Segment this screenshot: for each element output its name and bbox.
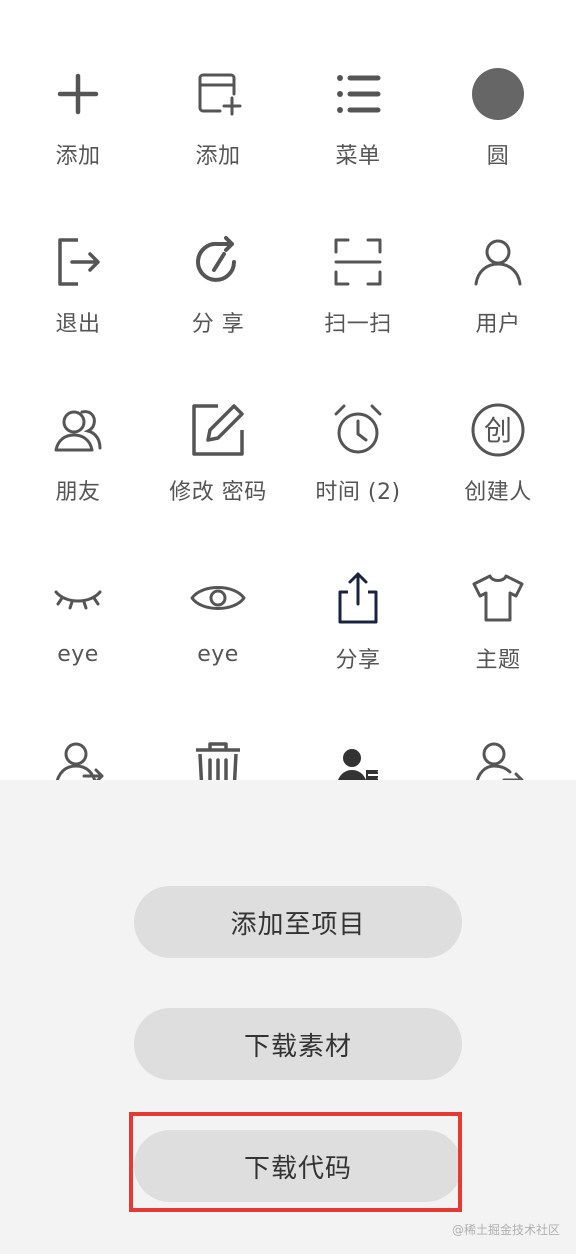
icon-label: eye xyxy=(57,642,99,667)
icon-label: 朋友 xyxy=(55,480,101,505)
icon-cell-eye-open[interactable]: eye xyxy=(148,564,288,732)
icon-label: 添加 xyxy=(55,144,101,169)
share-rotate-icon xyxy=(188,232,248,292)
icon-label: 扫一扫 xyxy=(324,312,392,337)
icon-cell-add[interactable]: 添加 xyxy=(8,60,148,228)
icon-label: 修改 密码 xyxy=(169,480,267,505)
plus-icon xyxy=(48,64,108,124)
icon-cell-logout[interactable]: 退出 xyxy=(8,228,148,396)
scan-icon xyxy=(328,232,388,292)
svg-text:创: 创 xyxy=(484,414,512,447)
friends-icon xyxy=(48,400,108,460)
add-card-icon xyxy=(188,64,248,124)
icon-label: eye xyxy=(197,642,239,667)
icon-cell-scan[interactable]: 扫一扫 xyxy=(288,228,428,396)
icon-cell-edit-password[interactable]: 修改 密码 xyxy=(148,396,288,564)
alarm-clock-icon xyxy=(328,400,388,460)
icon-label: 创建人 xyxy=(464,480,532,505)
icon-cell-menu[interactable]: 菜单 xyxy=(288,60,428,228)
icon-label: 退出 xyxy=(55,312,101,337)
filled-circle-icon xyxy=(468,64,528,124)
icon-cell-friends[interactable]: 朋友 xyxy=(8,396,148,564)
icon-cell-add-card[interactable]: 添加 xyxy=(148,60,288,228)
watermark: @稀土掘金技术社区 xyxy=(451,1223,560,1237)
icon-label: 菜单 xyxy=(335,144,381,169)
add-to-project-button[interactable]: 添加至项目 xyxy=(134,886,462,958)
icon-cell-share-rotate[interactable]: 分 享 xyxy=(148,228,288,396)
action-sheet: 添加至项目 下载素材 下载代码 xyxy=(0,780,576,1254)
icon-label: 分享 xyxy=(335,648,381,673)
edit-password-icon xyxy=(188,400,248,460)
share-upload-icon xyxy=(328,568,388,628)
icon-label: 主题 xyxy=(475,648,521,673)
icon-library-screen: 添加 添加 菜单 圆 退出 分 享 扫一扫 用户 朋友 修改 密码 时间 (2)… xyxy=(0,0,576,1254)
icon-label: 圆 xyxy=(486,144,510,169)
icon-label: 用户 xyxy=(475,312,521,337)
download-material-button[interactable]: 下载素材 xyxy=(134,1008,462,1080)
eye-open-icon xyxy=(188,568,248,628)
icon-cell-share-upload[interactable]: 分享 xyxy=(288,564,428,732)
icon-label: 时间 (2) xyxy=(315,480,401,505)
download-code-button[interactable]: 下载代码 xyxy=(134,1130,462,1202)
creator-icon: 创 xyxy=(468,400,528,460)
list-menu-icon xyxy=(328,64,388,124)
icon-label: 添加 xyxy=(195,144,241,169)
icon-label: 分 享 xyxy=(191,312,245,337)
logout-icon xyxy=(48,232,108,292)
icon-cell-circle[interactable]: 圆 xyxy=(428,60,568,228)
user-icon xyxy=(468,232,528,292)
icon-grid: 添加 添加 菜单 圆 退出 分 享 扫一扫 用户 朋友 修改 密码 时间 (2)… xyxy=(8,60,568,900)
icon-cell-user[interactable]: 用户 xyxy=(428,228,568,396)
icon-cell-eye-closed[interactable]: eye xyxy=(8,564,148,732)
tshirt-icon xyxy=(468,568,528,628)
eye-closed-icon xyxy=(48,568,108,628)
icon-cell-time[interactable]: 时间 (2) xyxy=(288,396,428,564)
icon-cell-creator[interactable]: 创 创建人 xyxy=(428,396,568,564)
icon-cell-theme[interactable]: 主题 xyxy=(428,564,568,732)
